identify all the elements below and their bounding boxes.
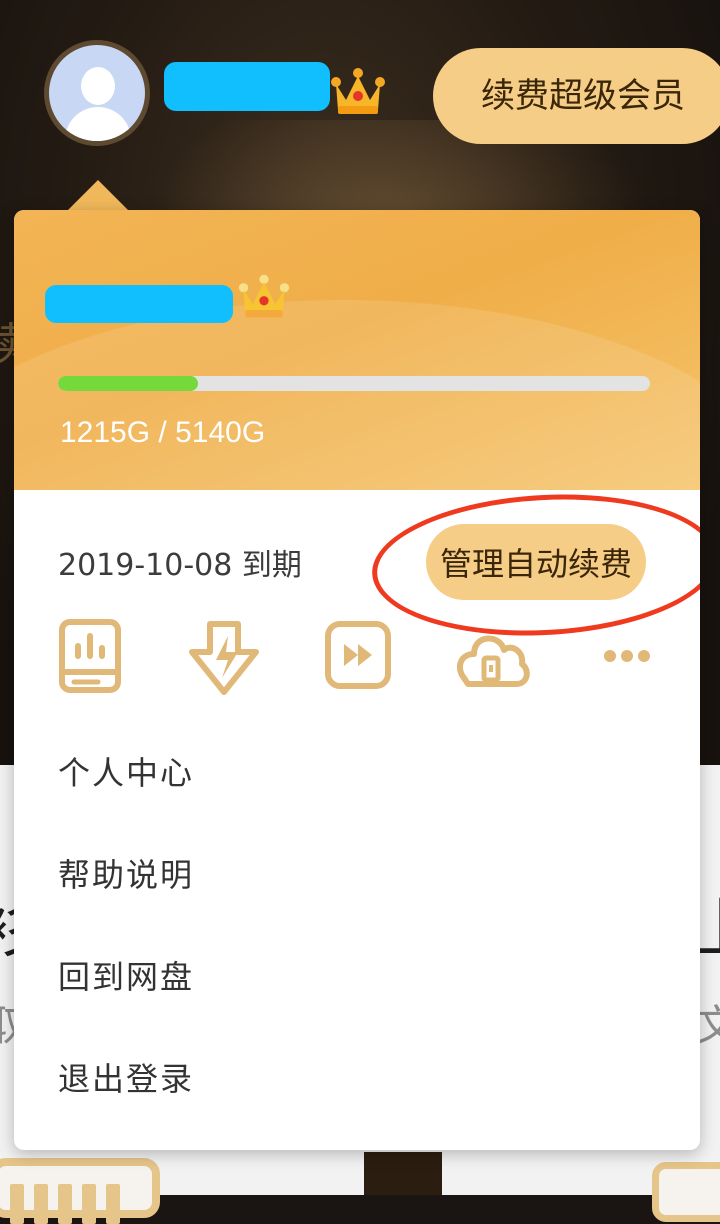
avatar-head-shape bbox=[81, 67, 115, 105]
dropdown-caret bbox=[66, 180, 130, 212]
background-card-right bbox=[652, 1162, 720, 1222]
card-username-redacted bbox=[45, 285, 233, 323]
username-redacted bbox=[164, 62, 330, 111]
account-dropdown: 1215G / 5140G 2019-10-08 到期 管理自动续费 个人中心 … bbox=[14, 210, 700, 1150]
fast-forward-icon[interactable] bbox=[322, 618, 402, 698]
membership-expiry-text: 2019-10-08 到期 bbox=[58, 548, 302, 583]
background-card-left bbox=[0, 1158, 160, 1224]
account-card-header: 1215G / 5140G bbox=[14, 210, 700, 490]
storage-progress-fill bbox=[58, 376, 198, 391]
avatar-body-shape bbox=[65, 107, 131, 141]
cloud-lock-icon[interactable] bbox=[450, 618, 534, 698]
menu-item-help[interactable]: 帮助说明 bbox=[58, 850, 194, 896]
menu-item-personal-center[interactable]: 个人中心 bbox=[58, 748, 194, 794]
decorative-swoosh bbox=[14, 300, 700, 490]
renew-super-vip-button[interactable]: 续费超级会员 bbox=[433, 48, 720, 144]
storage-progress-bar bbox=[58, 376, 650, 391]
avatar[interactable] bbox=[44, 40, 150, 146]
crown-icon bbox=[331, 68, 385, 114]
book-stats-icon[interactable] bbox=[58, 618, 138, 698]
menu-item-back-to-drive[interactable]: 回到网盘 bbox=[58, 952, 194, 998]
fast-download-icon[interactable] bbox=[188, 618, 268, 698]
menu-item-logout[interactable]: 退出登录 bbox=[58, 1054, 194, 1100]
background-card-middle bbox=[364, 1152, 442, 1195]
more-icon[interactable] bbox=[602, 618, 652, 698]
crown-icon bbox=[238, 274, 290, 318]
storage-usage-text: 1215G / 5140G bbox=[60, 416, 266, 449]
